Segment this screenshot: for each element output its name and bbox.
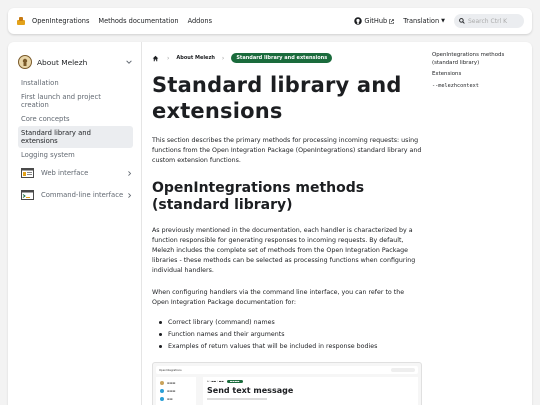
toc-item-openintegrations-methods[interactable]: OpenIntegrations methods (standard libra… — [432, 52, 528, 67]
preview-text-line — [207, 398, 267, 400]
preview-sidebar-item: ▬▬▬ — [160, 389, 196, 393]
search-placeholder: Search Ctrl K — [468, 17, 508, 25]
list-item-text: Examples of return values that will be i… — [168, 342, 378, 350]
preview-search-box — [391, 368, 415, 372]
preview-sidebar: ▬▬▬ ▬▬▬ ▬▬ — [156, 377, 196, 405]
breadcrumb-current: Standard library and extensions — [231, 53, 333, 63]
table-of-contents: OpenIntegrations methods (standard libra… — [432, 52, 528, 94]
caret-down-icon: ▼ — [441, 18, 445, 24]
section-heading-openintegrations-methods: OpenIntegrations methods (standard libra… — [152, 180, 365, 213]
preview-navbar: OpenIntegrations — [156, 366, 418, 374]
sidebar-header-label: About Melezh — [37, 57, 88, 67]
nav-right-group: GitHub Translation ▼ Search Ctrl K — [354, 14, 524, 28]
search-box[interactable]: Search Ctrl K — [454, 14, 524, 28]
web-interface-icon — [21, 168, 34, 178]
bullet-icon — [159, 344, 162, 348]
page-title: Standard library and extensions — [152, 73, 402, 123]
search-icon — [459, 18, 465, 24]
intro-paragraph: This section describes the primary metho… — [152, 137, 422, 164]
bullet-icon — [159, 320, 162, 324]
sidebar-category-about-melezh[interactable]: About Melezh — [18, 52, 141, 72]
breadcrumb-separator-icon: › — [221, 54, 225, 62]
sidebar-item-logging-system[interactable]: Logging system — [18, 148, 133, 162]
preview-sidebar-item: ▬▬ — [160, 397, 196, 401]
bullet-icon — [159, 332, 162, 336]
chevron-right-icon — [128, 170, 132, 176]
toc-item-melezhcontext[interactable]: --melezhcontext — [432, 83, 528, 91]
preview-brand: OpenIntegrations — [159, 368, 182, 372]
doc-content: › About Melezh › Standard library and ex… — [152, 52, 422, 405]
toc-item-extensions[interactable]: Extensions — [432, 71, 528, 79]
sidebar-item-core-concepts[interactable]: Core concepts — [18, 112, 133, 126]
brand-link[interactable]: OpenIntegrations — [32, 17, 89, 25]
nav-link-addons[interactable]: Addons — [188, 17, 212, 25]
documentation-screenshot-image: OpenIntegrations ▬▬▬ ▬▬▬ ▬▬ ⌂ › ▬▬ › ▬▬ … — [152, 362, 422, 405]
terminal-icon — [21, 190, 34, 200]
github-label: GitHub — [364, 17, 388, 25]
nav-link-methods-documentation[interactable]: Methods documentation — [98, 17, 178, 25]
breadcrumb-item-about-melezh[interactable]: About Melezh — [176, 55, 215, 61]
sidebar: About Melezh Installation First launch a… — [8, 42, 142, 405]
sidebar-item-first-launch[interactable]: First launch and project creation — [18, 90, 133, 112]
sidebar-group-command-line-interface[interactable]: Command-line interface — [18, 184, 141, 206]
paragraph: As previously mentioned in the documenta… — [152, 227, 416, 274]
openintegrations-logo-icon[interactable] — [16, 16, 26, 26]
preview-sidebar-item: ▬▬▬ — [160, 381, 196, 385]
translation-label: Translation — [403, 17, 440, 25]
list-item: Correct library (command) names — [152, 316, 422, 328]
bullet-list: Correct library (command) names Function… — [152, 316, 422, 352]
preview-content: ⌂ › ▬▬ › ▬▬ ▬▬▬▬ Send text message — [203, 377, 418, 405]
github-link[interactable]: GitHub — [354, 17, 395, 25]
main-panel: About Melezh Installation First launch a… — [8, 42, 532, 405]
sidebar-item-standard-library[interactable]: Standard library and extensions — [18, 126, 133, 148]
melezh-avatar-icon — [18, 55, 32, 69]
list-item-text: Function names and their arguments — [168, 330, 285, 338]
breadcrumb: › About Melezh › Standard library and ex… — [152, 52, 422, 64]
list-item-text: Correct library (command) names — [168, 318, 275, 326]
translation-dropdown[interactable]: Translation ▼ — [403, 17, 445, 25]
breadcrumb-separator-icon: › — [167, 54, 170, 62]
chevron-down-icon[interactable] — [125, 58, 133, 66]
sidebar-group-label: Command-line interface — [41, 191, 124, 199]
preview-title: Send text message — [207, 386, 294, 395]
list-item: Examples of return values that will be i… — [152, 340, 422, 352]
home-icon[interactable] — [152, 55, 159, 62]
sidebar-group-web-interface[interactable]: Web interface — [18, 162, 141, 184]
list-item: Function names and their arguments — [152, 328, 422, 340]
chevron-right-icon — [128, 192, 132, 198]
sidebar-item-installation[interactable]: Installation — [18, 76, 133, 90]
top-navbar: OpenIntegrations Methods documentation A… — [8, 8, 532, 34]
preview-breadcrumb: ⌂ › ▬▬ › ▬▬ ▬▬▬▬ — [207, 380, 418, 383]
external-link-icon — [389, 18, 395, 24]
sidebar-group-label: Web interface — [41, 169, 89, 177]
paragraph: When configuring handlers via the comman… — [152, 289, 405, 306]
github-icon — [354, 17, 363, 25]
